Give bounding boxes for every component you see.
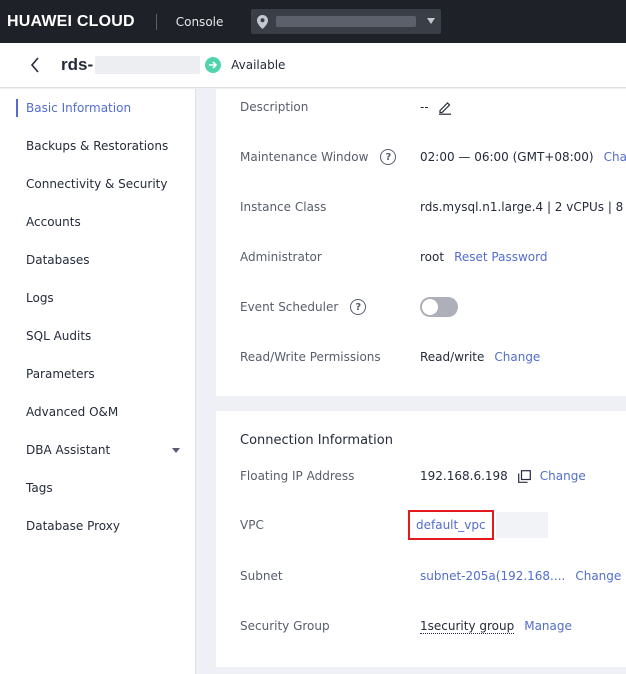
floating-ip-row: Floating IP Address 192.168.6.198 Change bbox=[240, 466, 626, 486]
vpc-highlight-box: default_vpc bbox=[408, 510, 494, 540]
instance-title: rds- bbox=[61, 55, 94, 74]
instance-header: rds- Available bbox=[0, 43, 626, 88]
instance-class-label: Instance Class bbox=[240, 200, 327, 214]
sidebar-item-databases[interactable]: Databases bbox=[0, 241, 195, 279]
event-scheduler-row: Event Scheduler ? bbox=[240, 297, 626, 317]
subnet-value: subnet-205a(192.168.... Change bbox=[420, 569, 621, 583]
sidebar-item-accounts[interactable]: Accounts bbox=[0, 203, 195, 241]
description-row: Description -- bbox=[240, 97, 626, 117]
rw-permissions-row: Read/Write Permissions Read/write Change bbox=[240, 347, 626, 367]
subnet-row: Subnet subnet-205a(192.168.... Change bbox=[240, 566, 626, 586]
status-text: Available bbox=[231, 58, 286, 72]
vpc-link[interactable]: default_vpc bbox=[416, 518, 486, 532]
back-button[interactable] bbox=[30, 56, 44, 74]
subnet-label: Subnet bbox=[240, 569, 283, 583]
rw-permissions-text: Read/write bbox=[420, 350, 485, 364]
floating-ip-value: 192.168.6.198 Change bbox=[420, 469, 586, 483]
manage-security-group-link[interactable]: Manage bbox=[524, 619, 572, 633]
top-navigation-bar: HUAWEI CLOUD Console bbox=[0, 0, 626, 43]
brand-logo[interactable]: HUAWEI CLOUD bbox=[7, 13, 135, 31]
region-name-redacted bbox=[276, 16, 417, 27]
help-icon[interactable]: ? bbox=[350, 299, 367, 315]
security-group-row: Security Group 1security group Manage bbox=[240, 616, 626, 636]
instance-class-value: rds.mysql.n1.large.4 | 2 vCPUs | 8 GB ( bbox=[420, 200, 626, 214]
sidebar-item-tags[interactable]: Tags bbox=[0, 469, 195, 507]
rw-permissions-label: Read/Write Permissions bbox=[240, 350, 381, 364]
copy-icon[interactable] bbox=[517, 469, 531, 483]
administrator-name: root bbox=[420, 250, 445, 264]
security-group-label: Security Group bbox=[240, 619, 330, 633]
maintenance-window-label: Maintenance Window ? bbox=[240, 149, 397, 165]
sidebar-item-label: Backups & Restorations bbox=[26, 139, 169, 153]
sidebar-item-label: Database Proxy bbox=[26, 519, 120, 533]
event-scheduler-value bbox=[420, 297, 458, 317]
instance-class-row: Instance Class rds.mysql.n1.large.4 | 2 … bbox=[240, 197, 626, 217]
vpc-id-redacted bbox=[495, 512, 548, 538]
basic-info-card: Description -- Maintenance Window ? 02:0… bbox=[216, 89, 626, 396]
sidebar-item-label: Advanced O&M bbox=[26, 405, 119, 419]
sidebar-item-sql-audits[interactable]: SQL Audits bbox=[0, 317, 195, 355]
description-text: -- bbox=[420, 100, 429, 114]
sidebar-item-backups-restorations[interactable]: Backups & Restorations bbox=[0, 127, 195, 165]
sidebar-nav: Basic Information Backups & Restorations… bbox=[0, 89, 196, 674]
edit-pencil-icon[interactable] bbox=[437, 99, 453, 115]
administrator-value: root Reset Password bbox=[420, 250, 547, 264]
floating-ip-text: 192.168.6.198 bbox=[420, 469, 508, 483]
reset-password-link[interactable]: Reset Password bbox=[454, 250, 547, 264]
subnet-change-link[interactable]: Change bbox=[575, 569, 621, 583]
sidebar-item-connectivity-security[interactable]: Connectivity & Security bbox=[0, 165, 195, 203]
description-value: -- bbox=[420, 99, 453, 115]
event-scheduler-label: Event Scheduler ? bbox=[240, 299, 367, 315]
subnet-link[interactable]: subnet-205a(192.168.... bbox=[420, 569, 565, 583]
maintenance-window-label-text: Maintenance Window bbox=[240, 150, 369, 164]
vpc-value: default_vpc bbox=[408, 510, 548, 540]
sidebar-item-label: Tags bbox=[26, 481, 53, 495]
chevron-down-icon[interactable] bbox=[172, 448, 180, 453]
connection-info-card: Connection Information Floating IP Addre… bbox=[216, 411, 626, 667]
connection-info-title: Connection Information bbox=[240, 433, 393, 448]
maintenance-change-link[interactable]: Change bbox=[604, 150, 626, 164]
sidebar-item-database-proxy[interactable]: Database Proxy bbox=[0, 507, 195, 545]
location-pin-icon bbox=[257, 14, 269, 29]
sidebar-item-label: SQL Audits bbox=[26, 329, 92, 343]
maintenance-window-time: 02:00 — 06:00 (GMT+08:00) bbox=[420, 150, 594, 164]
administrator-row: Administrator root Reset Password bbox=[240, 247, 626, 267]
maintenance-window-value: 02:00 — 06:00 (GMT+08:00) Change bbox=[420, 150, 626, 164]
sidebar-item-label: Accounts bbox=[26, 215, 81, 229]
topbar-separator bbox=[155, 13, 157, 30]
region-selector[interactable] bbox=[251, 9, 442, 34]
sidebar-item-parameters[interactable]: Parameters bbox=[0, 355, 195, 393]
sidebar-item-label: Parameters bbox=[26, 367, 95, 381]
rw-permissions-value: Read/write Change bbox=[420, 350, 540, 364]
instance-name-redacted bbox=[95, 56, 201, 74]
sidebar-item-label: Connectivity & Security bbox=[26, 177, 168, 191]
status-available-icon bbox=[205, 57, 222, 73]
sidebar-item-advanced-om[interactable]: Advanced O&M bbox=[0, 393, 195, 431]
chevron-down-icon bbox=[427, 18, 436, 24]
administrator-label: Administrator bbox=[240, 250, 322, 264]
sidebar-item-dba-assistant[interactable]: DBA Assistant bbox=[0, 431, 195, 469]
sidebar-item-label: Logs bbox=[26, 291, 54, 305]
event-scheduler-label-text: Event Scheduler bbox=[240, 300, 339, 314]
event-scheduler-toggle[interactable] bbox=[420, 297, 458, 317]
rw-permissions-change-link[interactable]: Change bbox=[494, 350, 540, 364]
sidebar-item-basic-information[interactable]: Basic Information bbox=[0, 89, 195, 127]
sidebar-item-label: Basic Information bbox=[26, 101, 132, 115]
security-group-value: 1security group Manage bbox=[420, 619, 572, 634]
vpc-row: VPC default_vpc bbox=[240, 510, 626, 540]
maintenance-window-row: Maintenance Window ? 02:00 — 06:00 (GMT+… bbox=[240, 147, 626, 167]
description-label: Description bbox=[240, 100, 309, 114]
toggle-knob bbox=[422, 299, 438, 315]
help-icon[interactable]: ? bbox=[380, 149, 397, 165]
sidebar-item-label: Databases bbox=[26, 253, 90, 267]
sidebar-item-label: DBA Assistant bbox=[26, 443, 111, 457]
floating-ip-label: Floating IP Address bbox=[240, 469, 355, 483]
vpc-label: VPC bbox=[240, 518, 264, 532]
console-link[interactable]: Console bbox=[176, 15, 224, 29]
chevron-left-icon bbox=[30, 57, 39, 73]
sidebar-item-logs[interactable]: Logs bbox=[0, 279, 195, 317]
floating-ip-change-link[interactable]: Change bbox=[540, 469, 586, 483]
security-group-count[interactable]: 1security group bbox=[420, 619, 515, 634]
